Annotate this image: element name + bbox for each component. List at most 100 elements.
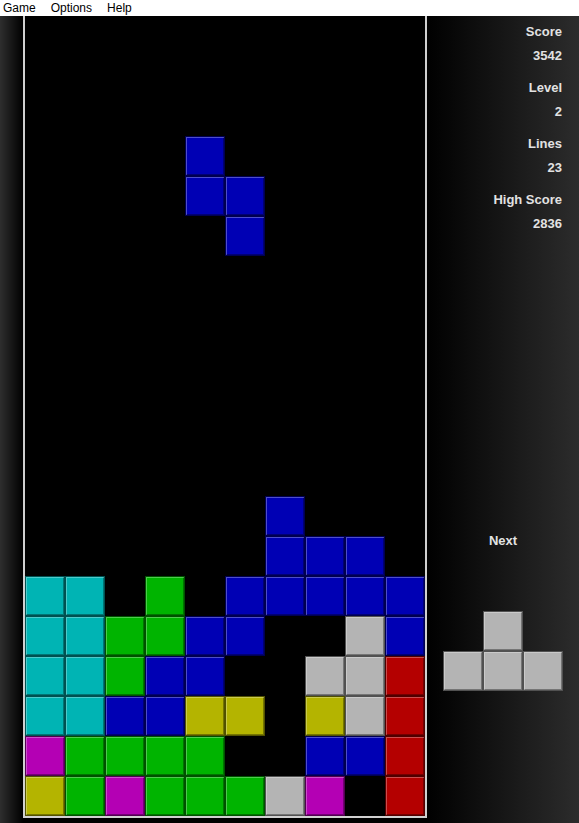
board-cell	[65, 736, 105, 776]
board-cell	[345, 256, 385, 296]
board-cell	[225, 176, 265, 216]
board-cell	[185, 96, 225, 136]
board-cell	[145, 376, 185, 416]
board-cell	[305, 376, 345, 416]
board-cell	[65, 256, 105, 296]
board-cell	[305, 296, 345, 336]
board-cell	[385, 376, 425, 416]
board-cell	[65, 296, 105, 336]
board-cell	[265, 136, 305, 176]
board-cell	[25, 736, 65, 776]
board-cell	[265, 216, 305, 256]
board-cell	[105, 536, 145, 576]
stat-label: Level	[427, 76, 562, 100]
board-cell	[145, 456, 185, 496]
board-cell	[185, 56, 225, 96]
board-cell	[145, 56, 185, 96]
board-cell	[385, 296, 425, 336]
board-cell	[345, 296, 385, 336]
board-cell	[345, 376, 385, 416]
board-cell	[105, 776, 145, 816]
board-cell	[25, 696, 65, 736]
menu-item[interactable]: Game	[3, 0, 36, 16]
board-cell	[305, 536, 345, 576]
menu-item[interactable]: Options	[51, 0, 92, 16]
board-cell	[105, 176, 145, 216]
board-cell	[265, 256, 305, 296]
board-cell	[265, 416, 305, 456]
board-cell	[185, 496, 225, 536]
board-cell	[305, 216, 345, 256]
board-cell	[25, 376, 65, 416]
stat-label: Lines	[427, 132, 562, 156]
board-cell	[185, 216, 225, 256]
stat-value: 2836	[427, 212, 562, 236]
board-cell	[65, 216, 105, 256]
board-cell	[25, 136, 65, 176]
board-cell	[25, 336, 65, 376]
board-cell	[105, 376, 145, 416]
board-cell	[345, 96, 385, 136]
stat-value: 2	[427, 100, 562, 124]
board-cell	[385, 16, 425, 56]
board-cell	[185, 456, 225, 496]
board-cell	[265, 56, 305, 96]
board-cell	[385, 256, 425, 296]
stat-label: Score	[427, 20, 562, 44]
board-cell	[25, 536, 65, 576]
board-cell	[105, 696, 145, 736]
stat: High Score2836	[427, 188, 562, 236]
board-cell	[25, 296, 65, 336]
board-cell	[225, 216, 265, 256]
board-cell	[185, 296, 225, 336]
board-cell	[145, 96, 185, 136]
board-cell	[65, 416, 105, 456]
board-cell	[345, 456, 385, 496]
board-cell	[305, 176, 345, 216]
board-cell	[345, 536, 385, 576]
board-cell	[185, 16, 225, 56]
next-cell	[483, 611, 523, 651]
next-piece-panel: Next	[427, 529, 579, 691]
left-margin	[0, 16, 23, 823]
board-cell	[25, 456, 65, 496]
board-cell	[185, 576, 225, 616]
board-cell	[25, 576, 65, 616]
board-cell	[265, 696, 305, 736]
board-cell	[105, 576, 145, 616]
board-cell	[345, 496, 385, 536]
board-cell	[185, 616, 225, 656]
board-cell	[385, 216, 425, 256]
board-cell	[385, 336, 425, 376]
board-cell	[185, 736, 225, 776]
board-cell	[305, 696, 345, 736]
board-cell	[145, 496, 185, 536]
board-cell	[185, 776, 225, 816]
board-cell	[145, 336, 185, 376]
board-cell	[385, 536, 425, 576]
board-cell	[265, 176, 305, 216]
board-cell	[305, 736, 345, 776]
board-cell	[225, 456, 265, 496]
board-cell	[345, 576, 385, 616]
menu-item[interactable]: Help	[107, 0, 132, 16]
board-cell	[305, 656, 345, 696]
stats: Score3542Level2Lines23High Score2836	[427, 20, 579, 236]
board-cell	[185, 416, 225, 456]
board-cell	[305, 576, 345, 616]
board-cell	[225, 696, 265, 736]
board-cell	[25, 56, 65, 96]
board-cell	[65, 376, 105, 416]
board-cell	[345, 616, 385, 656]
board-cell	[65, 616, 105, 656]
board-cell	[145, 216, 185, 256]
board-cell	[105, 616, 145, 656]
board-cell	[65, 56, 105, 96]
board-cell	[385, 576, 425, 616]
board-cell	[305, 136, 345, 176]
board-cell	[345, 56, 385, 96]
board-cell	[65, 696, 105, 736]
board-cell	[385, 56, 425, 96]
next-label: Next	[489, 529, 517, 553]
board-cell	[145, 656, 185, 696]
